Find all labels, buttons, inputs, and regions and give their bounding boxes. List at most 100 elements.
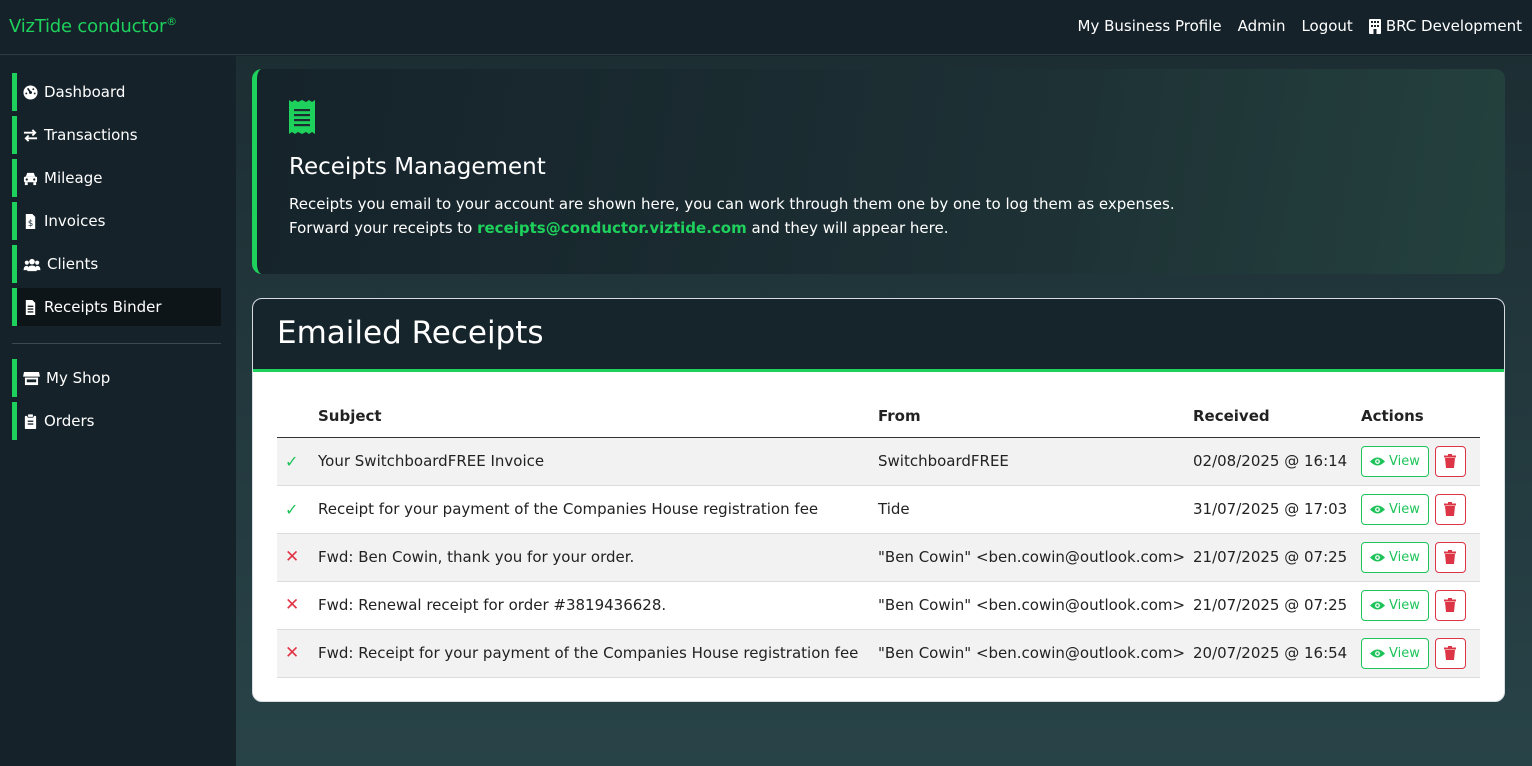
actions-cell: View	[1361, 581, 1480, 630]
table-row: ✕ Fwd: Ben Cowin, thank you for your orde…	[277, 533, 1480, 582]
from-cell: "Ben Cowin" <ben.cowin@outlook.com>	[878, 629, 1193, 678]
dashboard-icon	[23, 84, 38, 100]
sidebar-item-label: Orders	[44, 412, 95, 430]
received-cell: 20/07/2025 @ 16:54	[1193, 629, 1361, 678]
banner-line-2-suffix: and they will appear here.	[746, 219, 949, 237]
trash-icon	[1444, 598, 1457, 612]
trash-icon	[1444, 454, 1457, 468]
sidebar-item-orders[interactable]: Orders	[12, 402, 221, 440]
sidebar-item-receipts-binder[interactable]: Receipts Binder	[12, 288, 221, 326]
delete-button[interactable]	[1434, 589, 1466, 621]
trash-icon	[1444, 646, 1457, 660]
invoice-icon: $	[25, 213, 36, 229]
table-row: ✕ Fwd: Renewal receipt for order #3819436…	[277, 581, 1480, 630]
trash-icon	[1444, 550, 1457, 564]
banner-description: Receipts you email to your account are s…	[289, 192, 1175, 240]
receipts-email-link[interactable]: receipts@conductor.viztide.com	[477, 219, 747, 237]
page-title: Receipts Management	[289, 154, 546, 180]
logout-link[interactable]: Logout	[1301, 17, 1352, 35]
view-button[interactable]: View	[1361, 445, 1429, 477]
check-icon: ✓	[285, 499, 299, 519]
from-cell: SwitchboardFREE	[878, 437, 1193, 486]
received-column-header: Received	[1193, 395, 1361, 438]
status-cell: ✓	[277, 485, 318, 534]
store-icon	[23, 371, 40, 385]
file-icon	[25, 299, 36, 315]
car-icon	[23, 172, 38, 185]
delete-button[interactable]	[1434, 637, 1466, 669]
from-cell: "Ben Cowin" <ben.cowin@outlook.com>	[878, 533, 1193, 582]
admin-link[interactable]: Admin	[1238, 17, 1286, 35]
sidebar-item-label: Transactions	[44, 126, 138, 144]
view-button-label: View	[1389, 597, 1420, 613]
sidebar-item-label: Dashboard	[44, 83, 126, 101]
check-icon: ✓	[285, 451, 299, 471]
card-title: Emailed Receipts	[277, 315, 544, 351]
status-cell: ✕	[277, 629, 318, 678]
subject-cell: Receipt for your payment of the Companie…	[318, 485, 878, 534]
actions-column-header: Actions	[1361, 395, 1480, 438]
company-name: BRC Development	[1385, 17, 1522, 35]
sidebar: Dashboard Transactions Mileage $ Invoice…	[0, 56, 236, 766]
banner-line-2: Forward your receipts to receipts@conduc…	[289, 216, 1175, 240]
sidebar-item-label: Invoices	[44, 212, 106, 230]
eye-icon	[1370, 649, 1385, 657]
eye-icon	[1370, 457, 1385, 465]
users-icon	[23, 258, 41, 271]
table-row: ✕ Fwd: Receipt for your payment of the Co…	[277, 629, 1480, 678]
subject-cell: Your SwitchboardFREE Invoice	[318, 437, 878, 486]
cross-icon: ✕	[285, 643, 300, 663]
delete-button[interactable]	[1434, 445, 1466, 477]
sidebar-item-label: Mileage	[44, 169, 103, 187]
sidebar-item-my-shop[interactable]: My Shop	[12, 359, 221, 397]
trash-icon	[1444, 502, 1457, 516]
sidebar-item-mileage[interactable]: Mileage	[12, 159, 221, 197]
received-cell: 02/08/2025 @ 16:14	[1193, 437, 1361, 486]
sidebar-item-label: My Shop	[46, 369, 111, 387]
subject-column-header: Subject	[318, 395, 878, 438]
actions-cell: View	[1361, 533, 1480, 582]
view-button[interactable]: View	[1361, 541, 1429, 573]
view-button[interactable]: View	[1361, 493, 1429, 525]
status-cell: ✕	[277, 533, 318, 582]
svg-text:$: $	[28, 218, 33, 228]
sidebar-item-invoices[interactable]: $ Invoices	[12, 202, 221, 240]
subject-cell: Fwd: Ben Cowin, thank you for your order…	[318, 533, 878, 582]
company-selector[interactable]: BRC Development	[1368, 17, 1522, 35]
view-button-label: View	[1389, 549, 1420, 565]
brand-name: VizTide conductor	[9, 16, 167, 37]
status-column-header	[277, 395, 318, 438]
sidebar-item-dashboard[interactable]: Dashboard	[12, 73, 221, 111]
from-cell: Tide	[878, 485, 1193, 534]
main-content: Receipts Management Receipts you email t…	[236, 56, 1532, 766]
subject-cell: Fwd: Receipt for your payment of the Com…	[318, 629, 878, 678]
cross-icon: ✕	[285, 547, 300, 567]
exchange-icon	[23, 128, 38, 142]
top-nav: My Business Profile Admin Logout BRC Dev…	[1078, 17, 1523, 35]
clipboard-icon	[24, 413, 37, 429]
brand-logo[interactable]: VizTide conductor®	[9, 15, 177, 37]
banner-line-2-prefix: Forward your receipts to	[289, 219, 478, 237]
brand-registered-mark: ®	[166, 15, 177, 28]
actions-cell: View	[1361, 437, 1480, 486]
sidebar-item-transactions[interactable]: Transactions	[12, 116, 221, 154]
view-button-label: View	[1389, 453, 1420, 469]
from-cell: "Ben Cowin" <ben.cowin@outlook.com>	[878, 581, 1193, 630]
my-business-profile-link[interactable]: My Business Profile	[1078, 17, 1222, 35]
card-header: Emailed Receipts	[253, 299, 1504, 372]
cross-icon: ✕	[285, 595, 300, 615]
building-icon	[1368, 18, 1381, 34]
received-cell: 21/07/2025 @ 07:25	[1193, 581, 1361, 630]
view-button-label: View	[1389, 501, 1420, 517]
sidebar-item-clients[interactable]: Clients	[12, 245, 221, 283]
sidebar-item-label: Clients	[47, 255, 99, 273]
eye-icon	[1370, 601, 1385, 609]
delete-button[interactable]	[1434, 541, 1466, 573]
view-button[interactable]: View	[1361, 589, 1429, 621]
delete-button[interactable]	[1434, 493, 1466, 525]
view-button-label: View	[1389, 645, 1420, 661]
table-row: ✓ Your SwitchboardFREE Invoice Switchboard…	[277, 437, 1480, 486]
table-row: ✓ Receipt for your payment of the Compani…	[277, 485, 1480, 534]
view-button[interactable]: View	[1361, 637, 1429, 669]
receipt-icon	[289, 100, 315, 134]
